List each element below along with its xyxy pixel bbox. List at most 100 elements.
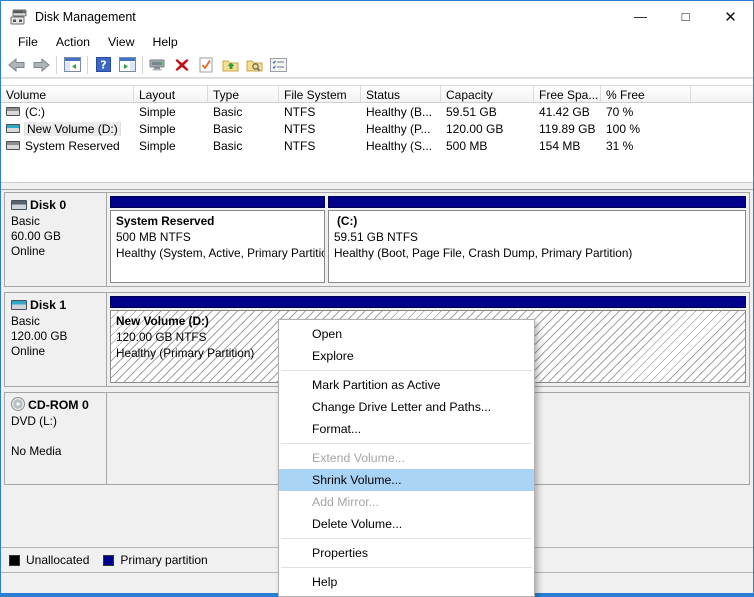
menu-file[interactable]: File [9,33,47,51]
partition-status: Healthy (Boot, Page File, Crash Dump, Pr… [334,245,745,261]
forward-icon[interactable] [29,54,53,76]
disk-kind: DVD (L:) [11,414,104,429]
delete-volume-icon[interactable] [170,54,194,76]
disk-kind: Basic [11,314,104,329]
show-console-tree-icon[interactable] [60,54,84,76]
legend-label: Unallocated [26,553,89,567]
menu-help[interactable]: Help [143,33,186,51]
disk-status: Online [11,244,104,259]
disk-0-label-panel[interactable]: Disk 0 Basic 60.00 GB Online [5,193,107,286]
volume-free: 154 MB [534,139,601,153]
volume-status: Healthy (P... [361,122,441,136]
toolbar-separator [56,56,57,74]
pane-splitter[interactable] [1,182,753,190]
volume-row-system-reserved[interactable]: System Reserved Simple Basic NTFS Health… [1,137,753,154]
volume-drive-icon [6,141,20,150]
menu-separator [281,370,532,371]
volume-pct-free: 100 % [601,122,691,136]
volume-capacity: 59.51 GB [441,105,534,119]
volume-row-d-selected[interactable]: New Volume (D:) Simple Basic NTFS Health… [1,120,753,137]
menu-action[interactable]: Action [47,33,99,51]
partition-c[interactable]: (C:) 59.51 GB NTFS Healthy (Boot, Page F… [328,196,746,283]
partition-color-bar [328,196,746,208]
device-properties-icon[interactable] [146,54,170,76]
primary-partition-swatch [103,555,114,566]
menu-item-explore[interactable]: Explore [279,345,534,367]
disk-0-row: Disk 0 Basic 60.00 GB Online System Rese… [4,192,750,287]
column-header-capacity[interactable]: Capacity [441,86,534,102]
column-header-file-system[interactable]: File System [279,86,361,102]
volume-name: New Volume (D:) [25,122,120,136]
volume-type: Basic [208,122,279,136]
change-drive-letter-icon[interactable] [218,54,242,76]
partition-color-bar [110,296,746,308]
mark-partition-active-icon[interactable] [194,54,218,76]
menu-item-help[interactable]: Help [279,571,534,593]
volume-layout: Simple [134,105,208,119]
close-button[interactable]: ✕ [708,1,753,32]
menu-view[interactable]: View [99,33,143,51]
volume-free: 41.42 GB [534,105,601,119]
disk-name: Disk 1 [30,298,66,312]
cdrom-icon [11,397,25,411]
partition-system-reserved[interactable]: System Reserved 500 MB NTFS Healthy (Sys… [110,196,325,283]
disk-name: CD-ROM 0 [28,398,89,412]
maximize-button[interactable]: □ [663,1,708,32]
partition-size-fs: 500 MB NTFS [116,229,324,245]
disk-icon [11,200,27,210]
toolbar-separator [142,56,143,74]
view-options-icon[interactable] [266,54,290,76]
volume-status: Healthy (B... [361,105,441,119]
toolbar-separator [87,56,88,74]
disk-management-window: Disk Management — □ ✕ File Action View H… [0,0,754,597]
menu-item-open[interactable]: Open [279,323,534,345]
disk-kind: Basic [11,214,104,229]
disk-size: 120.00 GB [11,329,104,344]
back-icon[interactable] [5,54,29,76]
column-header-type[interactable]: Type [208,86,279,102]
cdrom-0-label-panel[interactable]: CD-ROM 0 DVD (L:) No Media [5,393,107,484]
menu-separator [281,567,532,568]
disk-size: 60.00 GB [11,229,104,244]
minimize-button[interactable]: — [618,1,663,32]
menu-item-properties[interactable]: Properties [279,542,534,564]
disk-1-label-panel[interactable]: Disk 1 Basic 120.00 GB Online [5,293,107,386]
volume-row-c[interactable]: (C:) Simple Basic NTFS Healthy (B... 59.… [1,103,753,120]
menu-separator [281,443,532,444]
disk-name: Disk 0 [30,198,66,212]
volume-name: (C:) [25,105,45,119]
menu-item-format[interactable]: Format... [279,418,534,440]
disk-status: Online [11,344,104,359]
partition-color-bar [110,196,325,208]
partition-size-fs: 59.51 GB NTFS [334,229,745,245]
column-header-pct-free[interactable]: % Free [601,86,691,102]
volume-name: System Reserved [25,139,120,153]
volume-free: 119.89 GB [534,122,601,136]
menu-item-shrink-volume[interactable]: Shrink Volume... [279,469,534,491]
explore-icon[interactable] [242,54,266,76]
column-header-status[interactable]: Status [361,86,441,102]
context-menu: Open Explore Mark Partition as Active Ch… [278,319,535,597]
unallocated-swatch [9,555,20,566]
help-icon[interactable]: ? [91,54,115,76]
menu-bar: File Action View Help [1,32,753,52]
volume-layout: Simple [134,139,208,153]
volume-drive-icon [6,107,20,116]
volume-layout: Simple [134,122,208,136]
volume-drive-icon [6,124,20,133]
title-bar: Disk Management — □ ✕ [1,1,753,32]
volume-capacity: 120.00 GB [441,122,534,136]
menu-item-change-drive-letter[interactable]: Change Drive Letter and Paths... [279,396,534,418]
legend-unallocated: Unallocated [9,553,89,567]
disk-icon [11,300,27,310]
show-action-pane-icon[interactable] [115,54,139,76]
menu-item-delete-volume[interactable]: Delete Volume... [279,513,534,535]
volume-type: Basic [208,139,279,153]
menu-item-add-mirror: Add Mirror... [279,491,534,513]
column-header-free-space[interactable]: Free Spa... [534,86,601,102]
column-header-layout[interactable]: Layout [134,86,208,102]
column-header-volume[interactable]: Volume [1,86,134,102]
volume-list: Volume Layout Type File System Status Ca… [1,78,753,182]
menu-item-mark-partition-active[interactable]: Mark Partition as Active [279,374,534,396]
volume-fs: NTFS [279,139,361,153]
